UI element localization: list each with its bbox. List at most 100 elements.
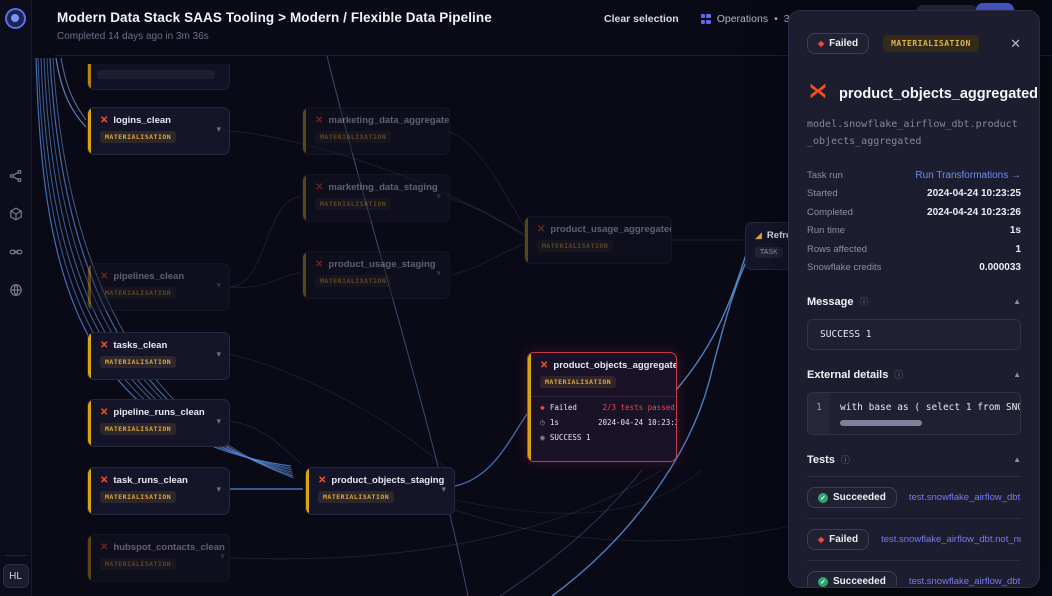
node-label: product_usage_staging: [328, 259, 435, 270]
node-label: task_runs_clean: [113, 475, 187, 486]
materialisation-badge: MATERIALISATION: [100, 423, 176, 435]
dbt-icon: ✕: [540, 361, 548, 371]
chevron-down-icon[interactable]: ▾: [216, 280, 221, 291]
node-label: marketing_data_aggregated: [328, 115, 450, 126]
materialisation-badge: MATERIALISATION: [315, 198, 391, 210]
graph-node-marketing-data-staging[interactable]: ✕ marketing_data_staging ▾ MATERIALISATIO…: [302, 174, 450, 222]
tests-heading: Tests: [807, 454, 835, 466]
materialisation-badge: MATERIALISATION: [315, 275, 391, 287]
test-row: ✓Succeeded test.snowflake_airflow_dbt.no…: [807, 561, 1021, 588]
node-label: product_objects_aggregated: [553, 360, 677, 371]
cube-icon[interactable]: [9, 207, 23, 221]
meta-label: Task run: [807, 170, 843, 181]
chevron-down-icon[interactable]: ▾: [216, 124, 221, 135]
meta-value: 2024-04-24 10:23:26: [927, 207, 1021, 218]
node-message: SUCCESS 1: [550, 433, 591, 442]
chevron-down-icon[interactable]: ▾: [670, 233, 672, 244]
graph-node-product-objects-staging[interactable]: ✕product_objects_staging ▾ MATERIALISATI…: [305, 467, 455, 515]
graph-node-product-usage-aggregated[interactable]: ✕ product_usage_aggregated ▾ MATERIALISAT…: [524, 216, 672, 264]
dbt-icon: ✕: [100, 341, 108, 351]
meta-value: 1s: [1010, 225, 1021, 236]
chevron-down-icon[interactable]: ▾: [441, 484, 446, 495]
task-run-link[interactable]: Run Transformations →: [915, 170, 1021, 181]
message-heading: Message: [807, 296, 853, 308]
node-label: marketing_data_staging: [328, 182, 437, 193]
collapse-icon[interactable]: ▲: [1013, 297, 1021, 306]
detail-panel: ◆Failed MATERIALISATION ✕ product_object…: [788, 10, 1040, 588]
test-status-label: Failed: [829, 534, 858, 545]
horizontal-scrollbar[interactable]: [840, 420, 922, 426]
chevron-down-icon[interactable]: ▾: [216, 349, 221, 360]
materialisation-badge: MATERIALISATION: [315, 131, 391, 143]
collapse-icon[interactable]: ▲: [1013, 455, 1021, 464]
globe-icon[interactable]: [9, 283, 23, 297]
node-label: logins_clean: [113, 115, 171, 126]
failed-diamond-icon: ◆: [540, 403, 545, 412]
info-icon: ⓘ: [894, 368, 903, 381]
materialisation-badge: MATERIALISATION: [318, 491, 394, 503]
info-icon: ⓘ: [859, 295, 868, 308]
task-type-badge: TASK: [755, 247, 783, 258]
sidebar-divider: [5, 555, 27, 556]
info-icon: ⓘ: [841, 453, 850, 466]
close-icon[interactable]: ✕: [1010, 36, 1021, 52]
dbt-icon: ✕: [537, 225, 545, 235]
node-label: product_usage_aggregated: [550, 224, 672, 235]
dbt-icon: ✕: [315, 183, 323, 193]
test-link[interactable]: test.snowflake_airflow_dbt.not_null_pr: [909, 576, 1021, 587]
test-link[interactable]: test.snowflake_airflow_dbt.not_null_pr: [881, 534, 1021, 545]
collapse-icon[interactable]: ▲: [1013, 370, 1021, 379]
materialisation-badge: MATERIALISATION: [537, 240, 613, 252]
graph-node-tasks-clean[interactable]: ✕tasks_clean ▾ MATERIALISATION: [87, 332, 230, 380]
operations-dot: •: [774, 13, 778, 25]
tests-summary-link[interactable]: 2/3 tests passed ↗: [603, 403, 678, 412]
link-icon[interactable]: [9, 245, 23, 259]
test-row: ◆Failed test.snowflake_airflow_dbt.not_n…: [807, 519, 1021, 561]
operations-counter[interactable]: Operations • 35: [701, 13, 796, 25]
breadcrumb: Modern Data Stack SAAS Tooling > Modern …: [57, 10, 492, 25]
chevron-down-icon[interactable]: ▾: [436, 268, 441, 279]
materialisation-badge: MATERIALISATION: [100, 287, 176, 299]
lineage-graph-icon[interactable]: [9, 169, 23, 183]
meta-row-rows-affected: Rows affected 1: [807, 240, 1021, 259]
node-status: Failed: [550, 403, 577, 412]
chevron-down-icon[interactable]: ▾: [436, 191, 441, 202]
test-status-label: Succeeded: [833, 576, 886, 587]
model-identifier: model.snowflake_airflow_dbt.product_obje…: [807, 117, 1021, 150]
dbt-icon: [807, 80, 829, 107]
chevron-down-icon[interactable]: ▾: [220, 551, 225, 562]
failed-diamond-icon: ◆: [818, 39, 824, 48]
meta-value: 2024-04-24 10:23:25: [927, 188, 1021, 199]
message-content: SUCCESS 1: [807, 319, 1021, 350]
user-avatar[interactable]: HL: [3, 564, 29, 588]
meta-label: Started: [807, 188, 838, 199]
node-runtime: 1s: [550, 418, 559, 427]
graph-node-pipelines-clean[interactable]: ✕pipelines_clean ▾ MATERIALISATION: [87, 263, 230, 311]
graph-node-partial[interactable]: [87, 64, 230, 90]
meta-label: Snowflake credits: [807, 262, 881, 273]
meta-row-task-run: Task run Run Transformations →: [807, 166, 1021, 185]
meta-label: Rows affected: [807, 244, 867, 255]
external-details-section: External details ⓘ ▲ 1 with base as ( se…: [807, 368, 1021, 435]
chevron-down-icon[interactable]: ▾: [216, 484, 221, 495]
test-row: ✓Succeeded test.snowflake_airflow_dbt.un…: [807, 477, 1021, 519]
dbt-icon: ✕: [100, 116, 108, 126]
status-circle-icon: ◉: [540, 433, 545, 442]
graph-node-logins-clean[interactable]: ✕logins_clean ▾ MATERIALISATION: [87, 107, 230, 155]
graph-node-hubspot-contacts-clean[interactable]: ✕hubspot_contacts_clean ▾ MATERIALISATIO…: [87, 534, 230, 582]
app-logo-icon[interactable]: [5, 8, 26, 29]
graph-node-pipeline-runs-clean[interactable]: ✕pipeline_runs_clean ▾ MATERIALISATION: [87, 399, 230, 447]
graph-node-product-objects-aggregated-selected[interactable]: ✕product_objects_aggregated ▴ MATERIALIS…: [527, 352, 677, 462]
node-label: product_objects_staging: [331, 475, 444, 486]
chevron-down-icon[interactable]: ▾: [216, 416, 221, 427]
test-link[interactable]: test.snowflake_airflow_dbt.unique_pro: [909, 492, 1021, 503]
clear-selection-button[interactable]: Clear selection: [604, 13, 679, 25]
graph-node-product-usage-staging[interactable]: ✕product_usage_staging ▾ MATERIALISATION: [302, 251, 450, 299]
panel-title: product_objects_aggregated: [839, 86, 1038, 102]
test-status-badge: ✓Succeeded: [807, 571, 897, 588]
graph-node-marketing-data-aggregated[interactable]: ✕marketing_data_aggregated ▾ MATERIALISA…: [302, 107, 450, 155]
test-status-badge: ◆Failed: [807, 529, 869, 550]
graph-node-task-runs-clean[interactable]: ✕task_runs_clean ▾ MATERIALISATION: [87, 467, 230, 515]
sql-code-block: 1 with base as ( select 1 from SNOWFLAKE: [807, 392, 1021, 435]
node-label: tasks_clean: [113, 340, 167, 351]
